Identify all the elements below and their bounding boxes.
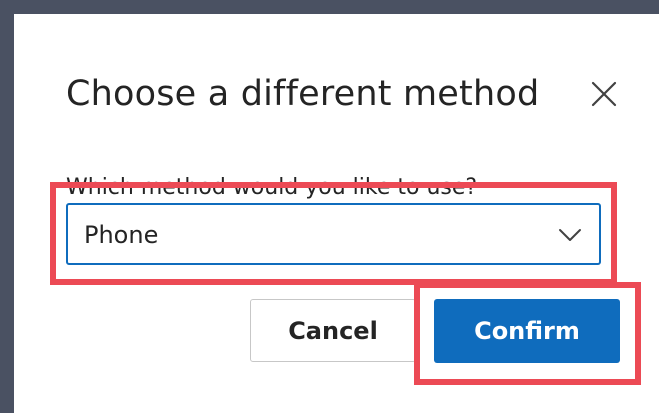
cancel-button[interactable]: Cancel <box>250 299 416 362</box>
close-icon <box>588 78 620 110</box>
dialog-title: Choose a different method <box>66 74 540 114</box>
close-button[interactable] <box>588 78 620 110</box>
method-select-value: Phone <box>84 221 159 249</box>
method-select[interactable]: Phone <box>66 203 601 265</box>
chevron-down-icon <box>557 222 583 248</box>
choose-method-dialog: Choose a different method Which method w… <box>14 14 659 413</box>
confirm-button[interactable]: Confirm <box>434 299 620 363</box>
